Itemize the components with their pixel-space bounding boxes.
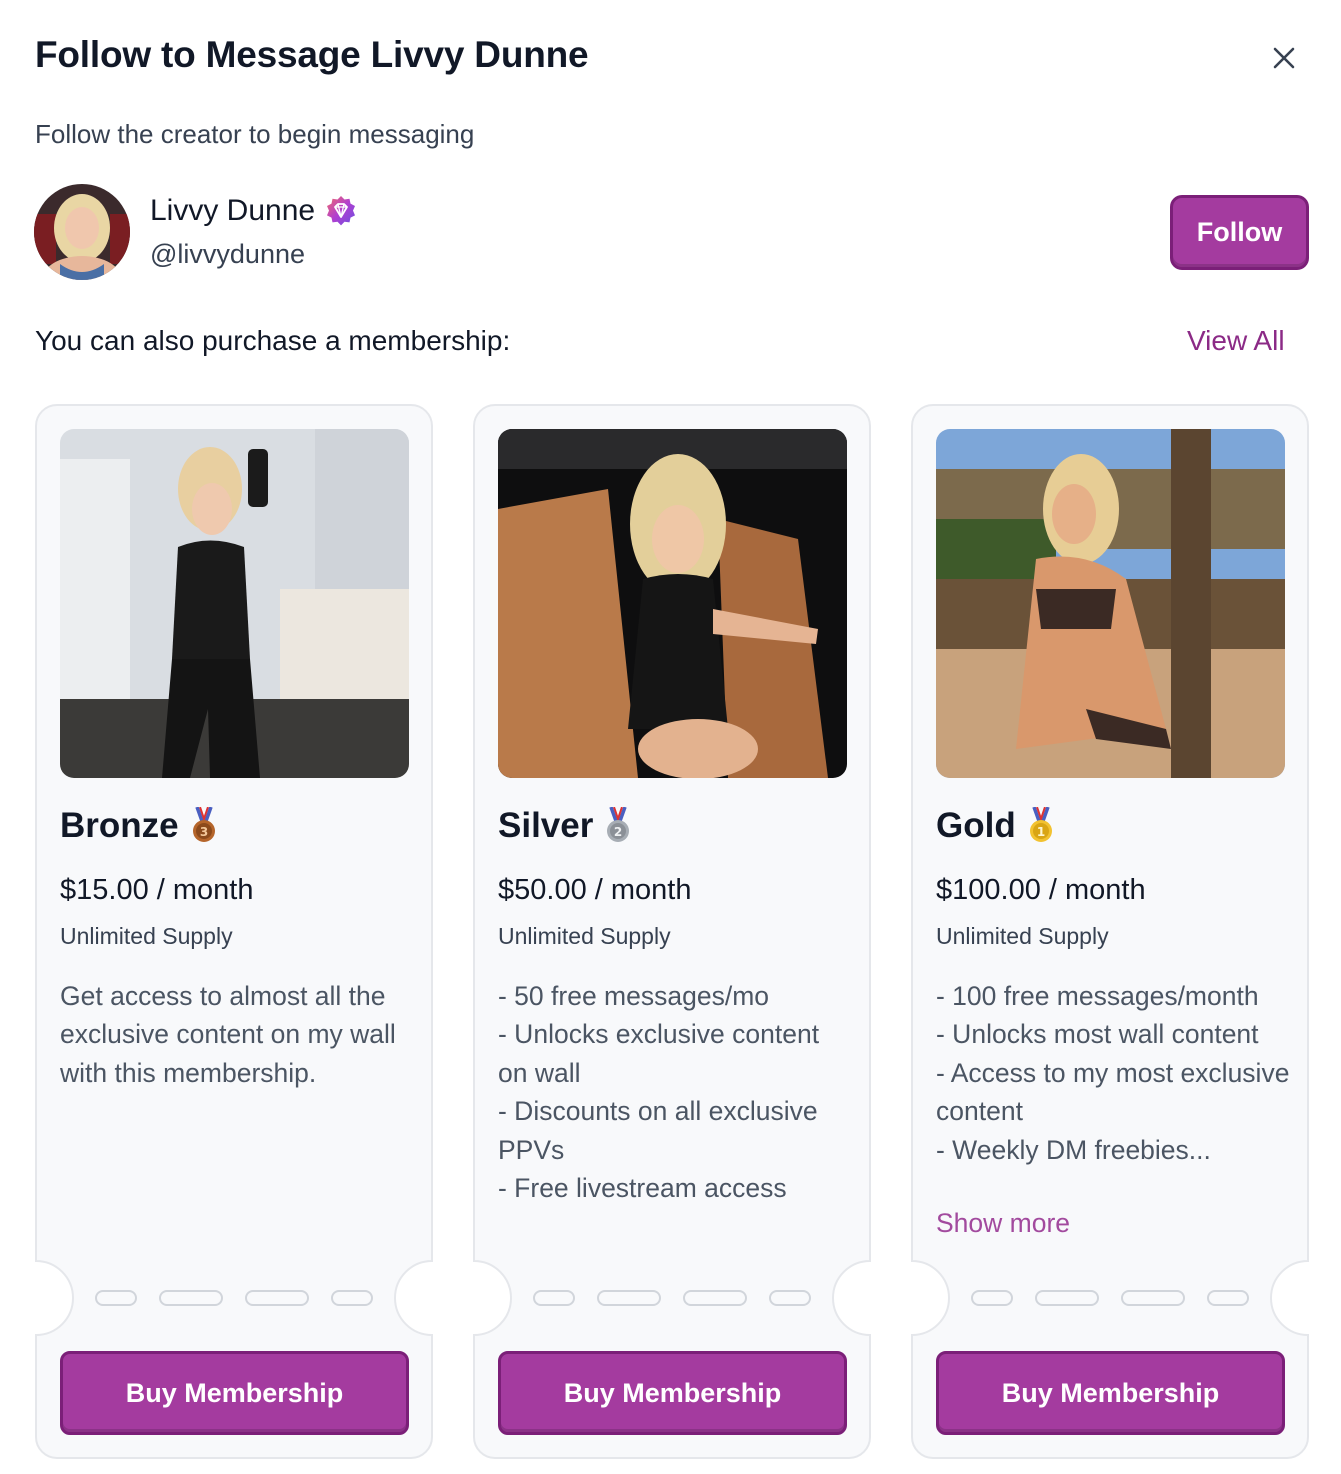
creator-handle: @livvydunne: [150, 239, 305, 269]
follow-button[interactable]: Follow: [1170, 195, 1309, 270]
tier-name: Bronze 3: [60, 806, 217, 846]
gold-medal-icon: 1: [1029, 807, 1052, 842]
tier-name: Silver 2: [498, 806, 631, 846]
tier-price: $100.00 / month: [936, 874, 1146, 906]
buy-membership-button[interactable]: Buy Membership: [936, 1351, 1285, 1435]
membership-card-gold: Gold 1 $100.00 / month Unlimited Supply …: [911, 404, 1309, 1459]
tier-description: - 100 free messages/month - Unlocks most…: [936, 981, 1290, 1165]
tier-supply: Unlimited Supply: [60, 923, 233, 949]
tier-description: - 50 free messages/mo - Unlocks exclusiv…: [498, 981, 820, 1204]
gold-tier-image: [936, 429, 1285, 778]
tier-name: Gold 1: [936, 806, 1054, 846]
svg-text:3: 3: [199, 825, 207, 839]
creator-name-text: Livvy Dunne: [150, 194, 316, 227]
creator-row: Livvy Dunne @livvydunne Follow: [34, 184, 1310, 282]
buy-membership-button[interactable]: Buy Membership: [60, 1351, 409, 1435]
svg-text:2: 2: [614, 825, 622, 839]
diamond-verified-icon: [327, 196, 356, 226]
membership-card-bronze: Bronze 3 $15.00 / month Unlimited Supply…: [35, 404, 433, 1459]
follow-dialog: Follow to Message Livvy Dunne Follow the…: [0, 0, 1341, 1474]
tier-supply: Unlimited Supply: [498, 923, 671, 949]
creator-name: Livvy Dunne: [150, 194, 357, 228]
tier-price: $15.00 / month: [60, 874, 254, 906]
membership-card-silver: Silver 2 $50.00 / month Unlimited Supply…: [473, 404, 871, 1459]
close-icon: [1273, 47, 1295, 69]
show-more-link[interactable]: Show more: [936, 1208, 1070, 1239]
view-all-link[interactable]: View All: [1187, 325, 1285, 357]
tier-name-text: Silver: [498, 806, 594, 845]
membership-heading: You can also purchase a membership:: [35, 325, 511, 356]
perforation-divider: [95, 1290, 373, 1306]
bronze-tier-image: [60, 429, 409, 778]
tier-name-text: Gold: [936, 806, 1016, 845]
perforation-divider: [971, 1290, 1249, 1306]
tier-name-text: Bronze: [60, 806, 179, 845]
dialog-subtitle: Follow the creator to begin messaging: [35, 119, 475, 149]
buy-membership-button[interactable]: Buy Membership: [498, 1351, 847, 1435]
silver-tier-image: [498, 429, 847, 778]
close-button[interactable]: [1262, 38, 1306, 78]
perforation-divider: [533, 1290, 811, 1306]
svg-text:1: 1: [1037, 825, 1045, 839]
avatar[interactable]: [34, 184, 130, 280]
dialog-title: Follow to Message Livvy Dunne: [35, 34, 589, 75]
tier-price: $50.00 / month: [498, 874, 692, 906]
tier-supply: Unlimited Supply: [936, 923, 1109, 949]
bronze-medal-icon: 3: [192, 807, 215, 842]
tier-description: Get access to almost all the exclusive c…: [60, 981, 396, 1088]
silver-medal-icon: 2: [607, 807, 630, 842]
